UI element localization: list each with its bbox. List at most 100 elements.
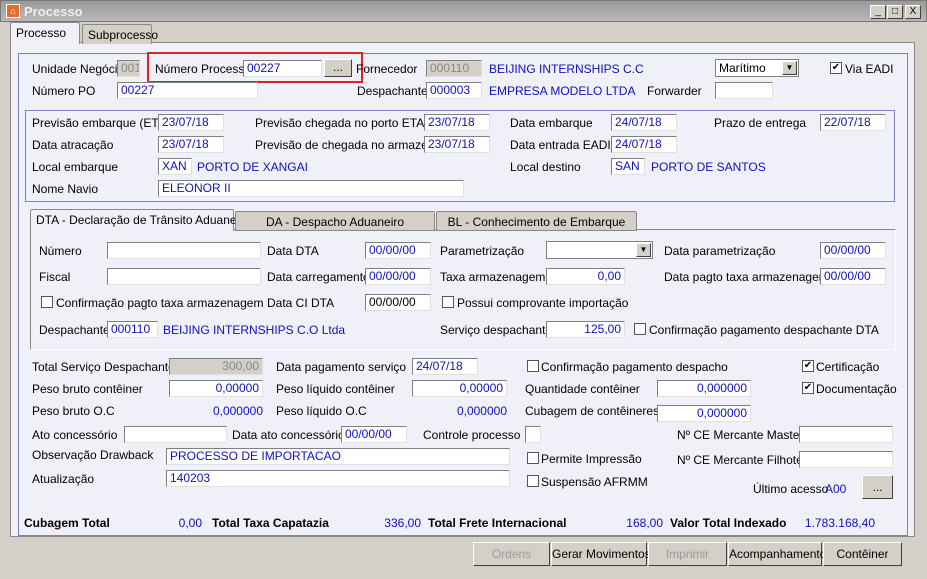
subtab-dta[interactable]: DTA - Declaração de Trânsito Aduaneiro bbox=[30, 209, 250, 231]
pb-cont-field[interactable]: 0,00000 bbox=[169, 380, 263, 397]
controle-field[interactable] bbox=[525, 426, 541, 443]
data-dta-field[interactable]: 00/00/00 bbox=[365, 242, 431, 259]
unidade-field[interactable]: 001 bbox=[117, 60, 140, 77]
fornecedor-code[interactable]: 000110 bbox=[426, 60, 482, 77]
embarque-field[interactable]: 24/07/18 bbox=[611, 114, 677, 131]
close-button[interactable]: X bbox=[905, 5, 921, 19]
via-eadi-checkbox[interactable]: ✔ bbox=[830, 62, 842, 74]
ultimo-value: A00 bbox=[825, 482, 847, 496]
param-select[interactable]: ▼ bbox=[546, 241, 653, 259]
local-dest-name: PORTO DE SANTOS bbox=[651, 160, 766, 174]
conteiner-button[interactable]: Contêiner bbox=[823, 542, 902, 566]
indexado-value: 1.783.168,40 bbox=[804, 516, 875, 530]
qtd-label: Quantidade contêiner bbox=[525, 382, 640, 396]
acompanhamento-button[interactable]: Acompanhamento bbox=[728, 542, 826, 566]
maximize-button[interactable]: □ bbox=[887, 5, 903, 19]
data-pag-label: Data pagamento serviço bbox=[276, 360, 407, 374]
entrada-field[interactable]: 24/07/18 bbox=[611, 136, 677, 153]
pb-oc-value: 0,000000 bbox=[212, 404, 263, 418]
ato-label: Ato concessório bbox=[32, 428, 118, 442]
afrmm-checkbox[interactable] bbox=[527, 475, 539, 487]
taxa-field[interactable]: 0,00 bbox=[546, 268, 625, 285]
cub-field[interactable]: 0,000000 bbox=[657, 405, 751, 422]
conf-taxa-label: Confirmação pagto taxa armazenagem bbox=[56, 296, 264, 310]
carreg-field[interactable]: 00/00/00 bbox=[365, 268, 431, 285]
fornecedor-label: Fornecedor bbox=[356, 62, 418, 76]
ce-filhote-field[interactable] bbox=[799, 451, 893, 468]
atual-field[interactable]: 140203 bbox=[166, 470, 510, 487]
conf-desp-label: Confirmação pagamento despachante DTA bbox=[649, 323, 879, 337]
data-param-field[interactable]: 00/00/00 bbox=[820, 242, 886, 259]
fiscal-field[interactable] bbox=[107, 268, 261, 285]
armazem-label: Previsão de chegada no armazém bbox=[255, 138, 438, 152]
data-ato-field[interactable]: 00/00/00 bbox=[341, 426, 407, 443]
pl-oc-value: 0,000000 bbox=[456, 404, 507, 418]
numproc-field[interactable]: 00227 bbox=[243, 60, 322, 77]
serv-field[interactable]: 125,00 bbox=[546, 321, 625, 338]
armazem-field[interactable]: 23/07/18 bbox=[424, 136, 490, 153]
tab-subprocesso[interactable]: Subprocesso bbox=[82, 24, 158, 44]
data-param-label: Data parametrização bbox=[664, 244, 776, 258]
local-dest-code[interactable]: SAN bbox=[611, 158, 645, 175]
total-serv-field: 300,00 bbox=[169, 358, 263, 375]
gerar-movimentos-button[interactable]: Gerar Movimentos bbox=[551, 542, 651, 566]
conf-taxa-checkbox[interactable] bbox=[41, 296, 53, 308]
navio-field[interactable]: ELEONOR II bbox=[158, 180, 464, 197]
obs-field[interactable]: PROCESSO DE IMPORTACAO bbox=[166, 448, 510, 465]
window-title: Processo bbox=[24, 4, 83, 19]
comprov-checkbox[interactable] bbox=[442, 296, 454, 308]
local-emb-code[interactable]: XAN bbox=[158, 158, 192, 175]
despachante-name: EMPRESA MODELO LTDA bbox=[489, 84, 636, 98]
eta-field[interactable]: 23/07/18 bbox=[424, 114, 490, 131]
ultimo-lookup-button[interactable]: ... bbox=[862, 475, 893, 499]
eta-label: Previsão chegada no porto ETA bbox=[255, 116, 425, 130]
ultimo-label: Último acesso bbox=[753, 482, 829, 496]
ordens-button[interactable]: Ordens bbox=[473, 542, 550, 566]
permite-checkbox[interactable] bbox=[527, 452, 539, 464]
despachante-label: Despachante bbox=[357, 84, 428, 98]
minimize-button[interactable]: _ bbox=[870, 5, 886, 19]
ci-field[interactable]: 00/00/00 bbox=[365, 294, 431, 311]
total-serv-label: Total Serviço Despachante bbox=[32, 360, 175, 374]
capatazia-label: Total Taxa Capatazia bbox=[212, 516, 329, 530]
po-field[interactable]: 00227 bbox=[117, 82, 258, 99]
data-pag-field[interactable]: 24/07/18 bbox=[412, 358, 478, 375]
forwarder-field[interactable] bbox=[715, 82, 773, 99]
despachante-code[interactable]: 000003 bbox=[426, 82, 482, 99]
conf-desp-checkbox[interactable] bbox=[634, 323, 646, 335]
numproc-lookup-button[interactable]: ... bbox=[324, 59, 352, 77]
data-dta-label: Data DTA bbox=[267, 244, 319, 258]
ce-master-field[interactable] bbox=[799, 426, 893, 443]
modal-select[interactable]: Marítimo ▼ bbox=[715, 59, 799, 77]
atracacao-field[interactable]: 23/07/18 bbox=[158, 136, 224, 153]
frete-label: Total Frete Internacional bbox=[428, 516, 567, 530]
doc-checkbox[interactable]: ✔ bbox=[802, 382, 814, 394]
cert-checkbox[interactable]: ✔ bbox=[802, 360, 814, 372]
pl-cont-field[interactable]: 0,00000 bbox=[412, 380, 507, 397]
imprimir-button[interactable]: Imprimir bbox=[648, 542, 727, 566]
subtab-da[interactable]: DA - Despacho Aduaneiro bbox=[235, 211, 435, 231]
conf-pag-checkbox[interactable] bbox=[527, 360, 539, 372]
cert-label: Certificação bbox=[816, 360, 880, 374]
afrmm-label: Suspensão AFRMM bbox=[541, 475, 648, 489]
ato-field[interactable] bbox=[124, 426, 227, 443]
numero-field[interactable] bbox=[107, 242, 261, 259]
pb-cont-label: Peso bruto contêiner bbox=[32, 382, 143, 396]
chevron-down-icon: ▼ bbox=[636, 243, 651, 257]
cub-label: Cubagem de contêineres bbox=[525, 404, 660, 418]
cub-total-value: 0,00 bbox=[178, 516, 202, 530]
subtab-bl[interactable]: BL - Conhecimento de Embarque bbox=[436, 211, 637, 231]
atual-label: Atualização bbox=[32, 472, 95, 486]
qtd-field[interactable]: 0,000000 bbox=[657, 380, 751, 397]
dta-desp-code[interactable]: 000110 bbox=[107, 321, 158, 338]
prazo-field[interactable]: 22/07/18 bbox=[820, 114, 886, 131]
pagto-taxa-field[interactable]: 00/00/00 bbox=[820, 268, 886, 285]
pb-oc-label: Peso bruto O.C bbox=[32, 404, 115, 418]
unidade-label: Unidade Negócio bbox=[32, 62, 125, 76]
etd-field[interactable]: 23/07/18 bbox=[158, 114, 224, 131]
tab-processo[interactable]: Processo bbox=[10, 22, 80, 44]
conf-pag-label: Confirmação pagamento despacho bbox=[541, 360, 728, 374]
pl-oc-label: Peso líquido O.C bbox=[276, 404, 367, 418]
numproc-label: Número Processo bbox=[155, 62, 252, 76]
indexado-label: Valor Total Indexado bbox=[670, 516, 787, 530]
